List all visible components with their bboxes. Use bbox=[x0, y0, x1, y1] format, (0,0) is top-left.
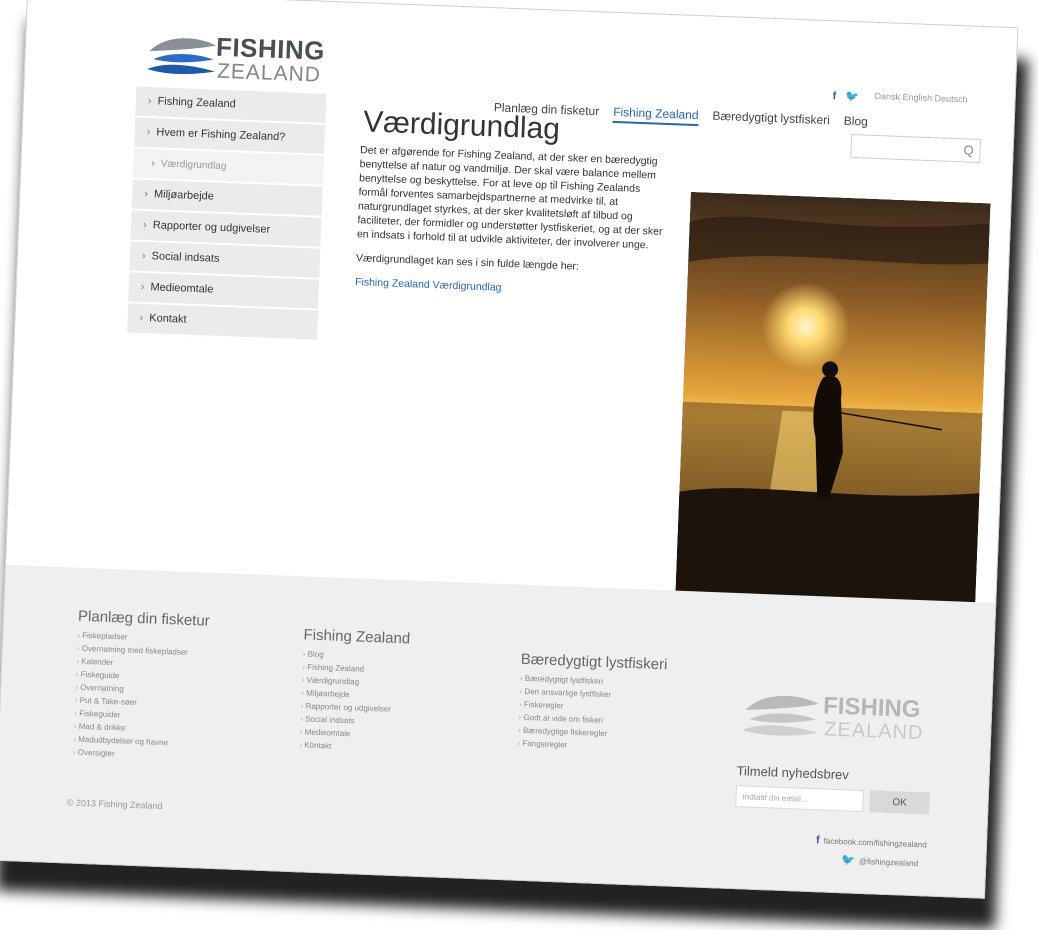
sidebar: › Fishing Zealand › Hvem er Fishing Zealan… bbox=[126, 86, 327, 342]
footer-column-fishing-zealand: Fishing Zealand Blog Fishing Zealand Vær… bbox=[299, 626, 410, 755]
vaerdigrundlag-link[interactable]: Fishing Zealand Værdigrundlag bbox=[355, 276, 502, 294]
website-page: FISHING ZEALAND f 🐦 Dansk English Deutsc… bbox=[0, 0, 1019, 899]
facebook-link-text: facebook.com/fishingzealand bbox=[823, 836, 927, 850]
twitter-link-text: @fishingzealand bbox=[858, 856, 919, 869]
sidebar-item-label: Medieomtale bbox=[150, 281, 214, 296]
newsletter-email-input[interactable]: Indtast din email... bbox=[735, 785, 864, 812]
sidebar-item-label: Fishing Zealand bbox=[157, 95, 237, 111]
chevron-right-icon: › bbox=[139, 311, 144, 324]
facebook-icon: f bbox=[815, 834, 820, 847]
chevron-right-icon: › bbox=[144, 187, 149, 201]
sidebar-item-label: Værdigrundlag bbox=[160, 158, 227, 173]
body-paragraph: Det er afgørende for Fishing Zealand, at… bbox=[356, 144, 663, 252]
nav-fishing-zealand[interactable]: Fishing Zealand bbox=[612, 104, 699, 127]
facebook-icon[interactable]: f bbox=[832, 90, 836, 102]
search-icon[interactable]: Q bbox=[963, 142, 974, 157]
sunset-fisherman-photo bbox=[675, 191, 991, 604]
newsletter-submit-button[interactable]: OK bbox=[869, 790, 930, 815]
sidebar-item-label: Miljøarbejde bbox=[153, 188, 215, 203]
footer-logo: FISHING ZEALAND bbox=[739, 681, 942, 759]
fish-logo-icon bbox=[742, 695, 820, 736]
sidebar-item-kontakt[interactable]: › Kontakt bbox=[126, 303, 318, 342]
footer-facebook-link[interactable]: f facebook.com/fishingzealand bbox=[816, 834, 927, 850]
chevron-right-icon: › bbox=[141, 249, 146, 263]
language-selector[interactable]: Dansk English Deutsch bbox=[874, 91, 967, 105]
newsletter-title: Tilmeld nyhedsbrev bbox=[736, 763, 850, 783]
nav-blog[interactable]: Blog bbox=[843, 114, 869, 133]
logo-text-zealand: ZEALAND bbox=[823, 718, 924, 745]
logo-text-zealand: ZEALAND bbox=[216, 59, 322, 87]
footer-column-planlaeg: Planlæg din fisketur Fiskepladser Overna… bbox=[73, 608, 210, 764]
sidebar-item-label: Rapporter og udgivelser bbox=[152, 219, 271, 236]
footer-link[interactable]: Kontakt bbox=[299, 738, 406, 755]
footer-column-title[interactable]: Fishing Zealand bbox=[303, 626, 410, 647]
fish-logo-icon bbox=[147, 38, 217, 75]
search-input[interactable]: Q bbox=[850, 134, 982, 163]
footer-column-title[interactable]: Planlæg din fisketur bbox=[78, 608, 210, 630]
chevron-right-icon: › bbox=[142, 218, 148, 232]
chevron-right-icon: › bbox=[147, 95, 152, 108]
site-logo[interactable]: FISHING ZEALAND bbox=[145, 23, 325, 91]
page-title: Værdigrundlag bbox=[362, 105, 561, 146]
footer-twitter-link[interactable]: 🐦 @fishingzealand bbox=[841, 853, 918, 869]
sidebar-item-label: Social indsats bbox=[151, 250, 220, 265]
footer: Planlæg din fisketur Fiskepladser Overna… bbox=[0, 564, 996, 899]
nav-baeredygtigt[interactable]: Bæredygtigt lystfiskeri bbox=[712, 109, 830, 131]
footer-column-title[interactable]: Bæredygtigt lystfiskeri bbox=[520, 651, 667, 674]
twitter-icon: 🐦 bbox=[841, 854, 856, 867]
header-social: f 🐦 bbox=[832, 89, 867, 103]
chevron-right-icon: › bbox=[151, 158, 156, 170]
footer-column-baeredygtigt: Bæredygtigt lystfiskeri Bæredygtigt lyst… bbox=[517, 651, 667, 756]
chevron-right-icon: › bbox=[140, 280, 145, 294]
sidebar-item-label: Kontakt bbox=[149, 312, 187, 326]
body-paragraph: Værdigrundlaget kan ses i sin fulde læng… bbox=[355, 252, 580, 273]
chevron-right-icon: › bbox=[146, 125, 151, 139]
sidebar-item-label: Hvem er Fishing Zealand? bbox=[156, 126, 286, 144]
page-body: Det er afgørende for Fishing Zealand, at… bbox=[354, 143, 672, 311]
twitter-icon[interactable]: 🐦 bbox=[845, 91, 859, 104]
copyright: © 2013 Fishing Zealand bbox=[66, 797, 163, 812]
